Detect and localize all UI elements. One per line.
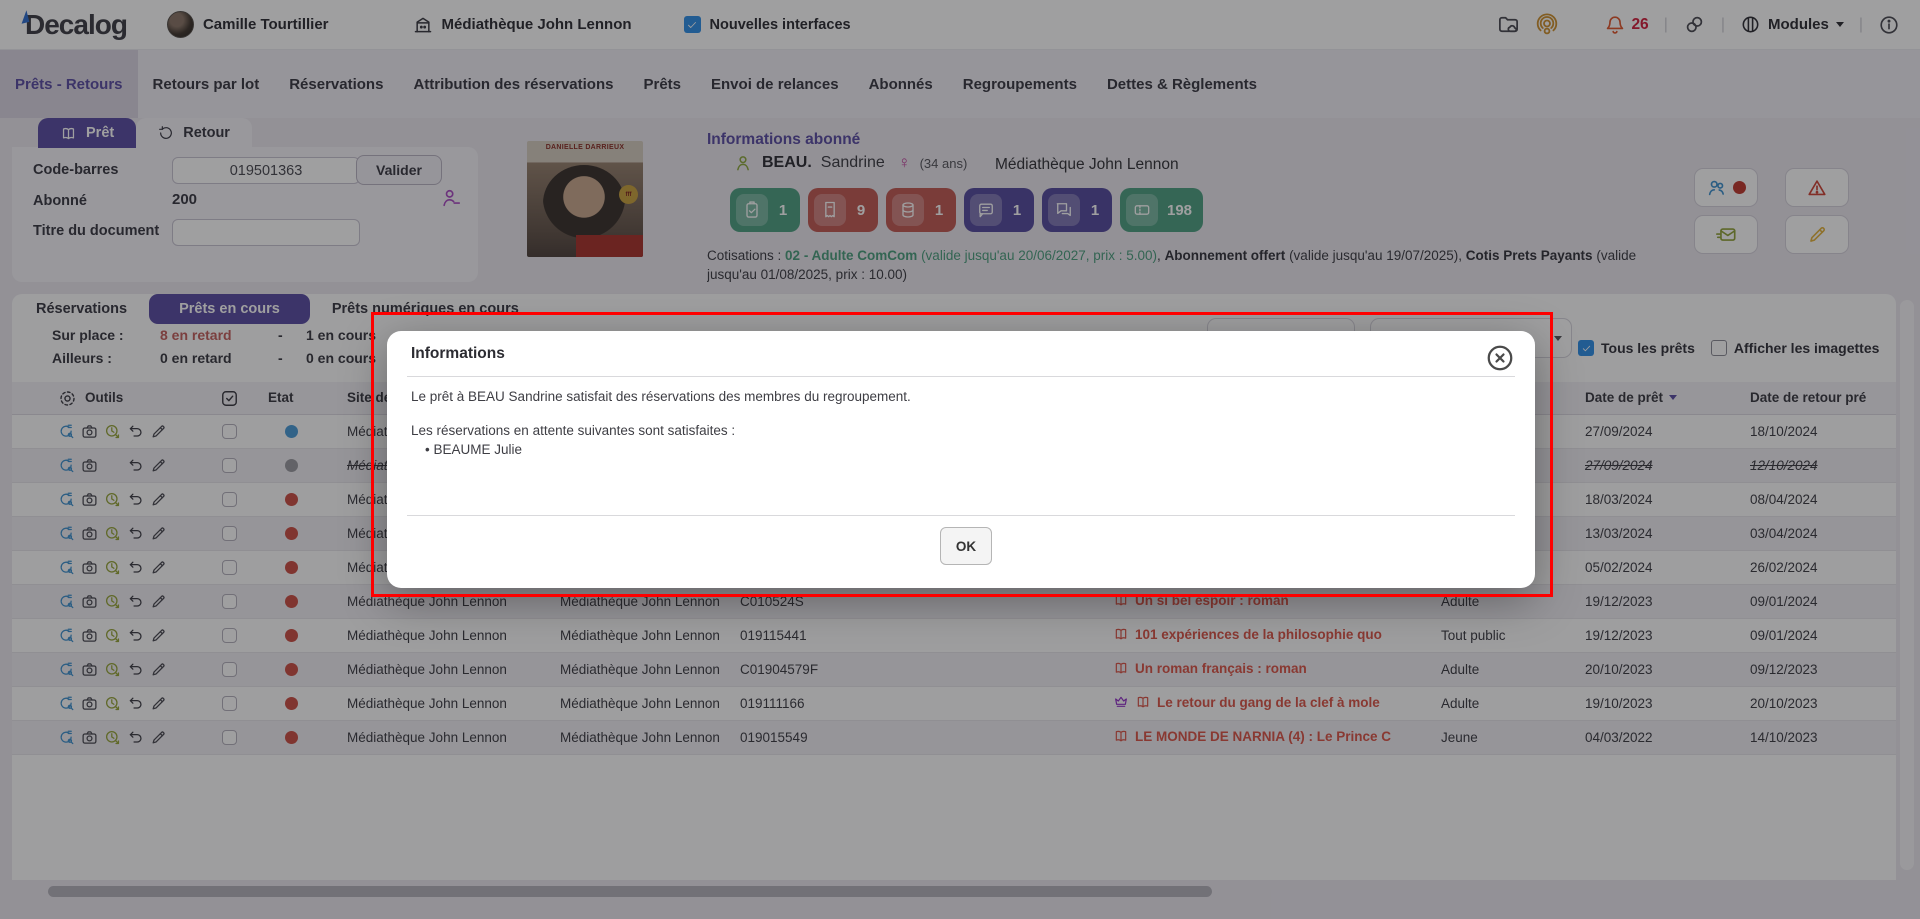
dialog-line1: Le prêt à BEAU Sandrine satisfait des ré…	[411, 389, 911, 404]
dialog-divider	[407, 515, 1515, 516]
dialog-line2: Les réservations en attente suivantes so…	[411, 423, 735, 438]
close-icon[interactable]	[1485, 343, 1515, 373]
dialog-divider	[407, 376, 1515, 377]
dialog-bullet-item: • BEAUME Julie	[425, 442, 522, 457]
dialog-title: Informations	[411, 345, 505, 363]
informations-dialog: Informations Le prêt à BEAU Sandrine sat…	[387, 331, 1535, 588]
ok-button[interactable]: OK	[940, 527, 992, 565]
decalog-app: Decalog Camille Tourtillier Médiathèque …	[0, 0, 1920, 919]
